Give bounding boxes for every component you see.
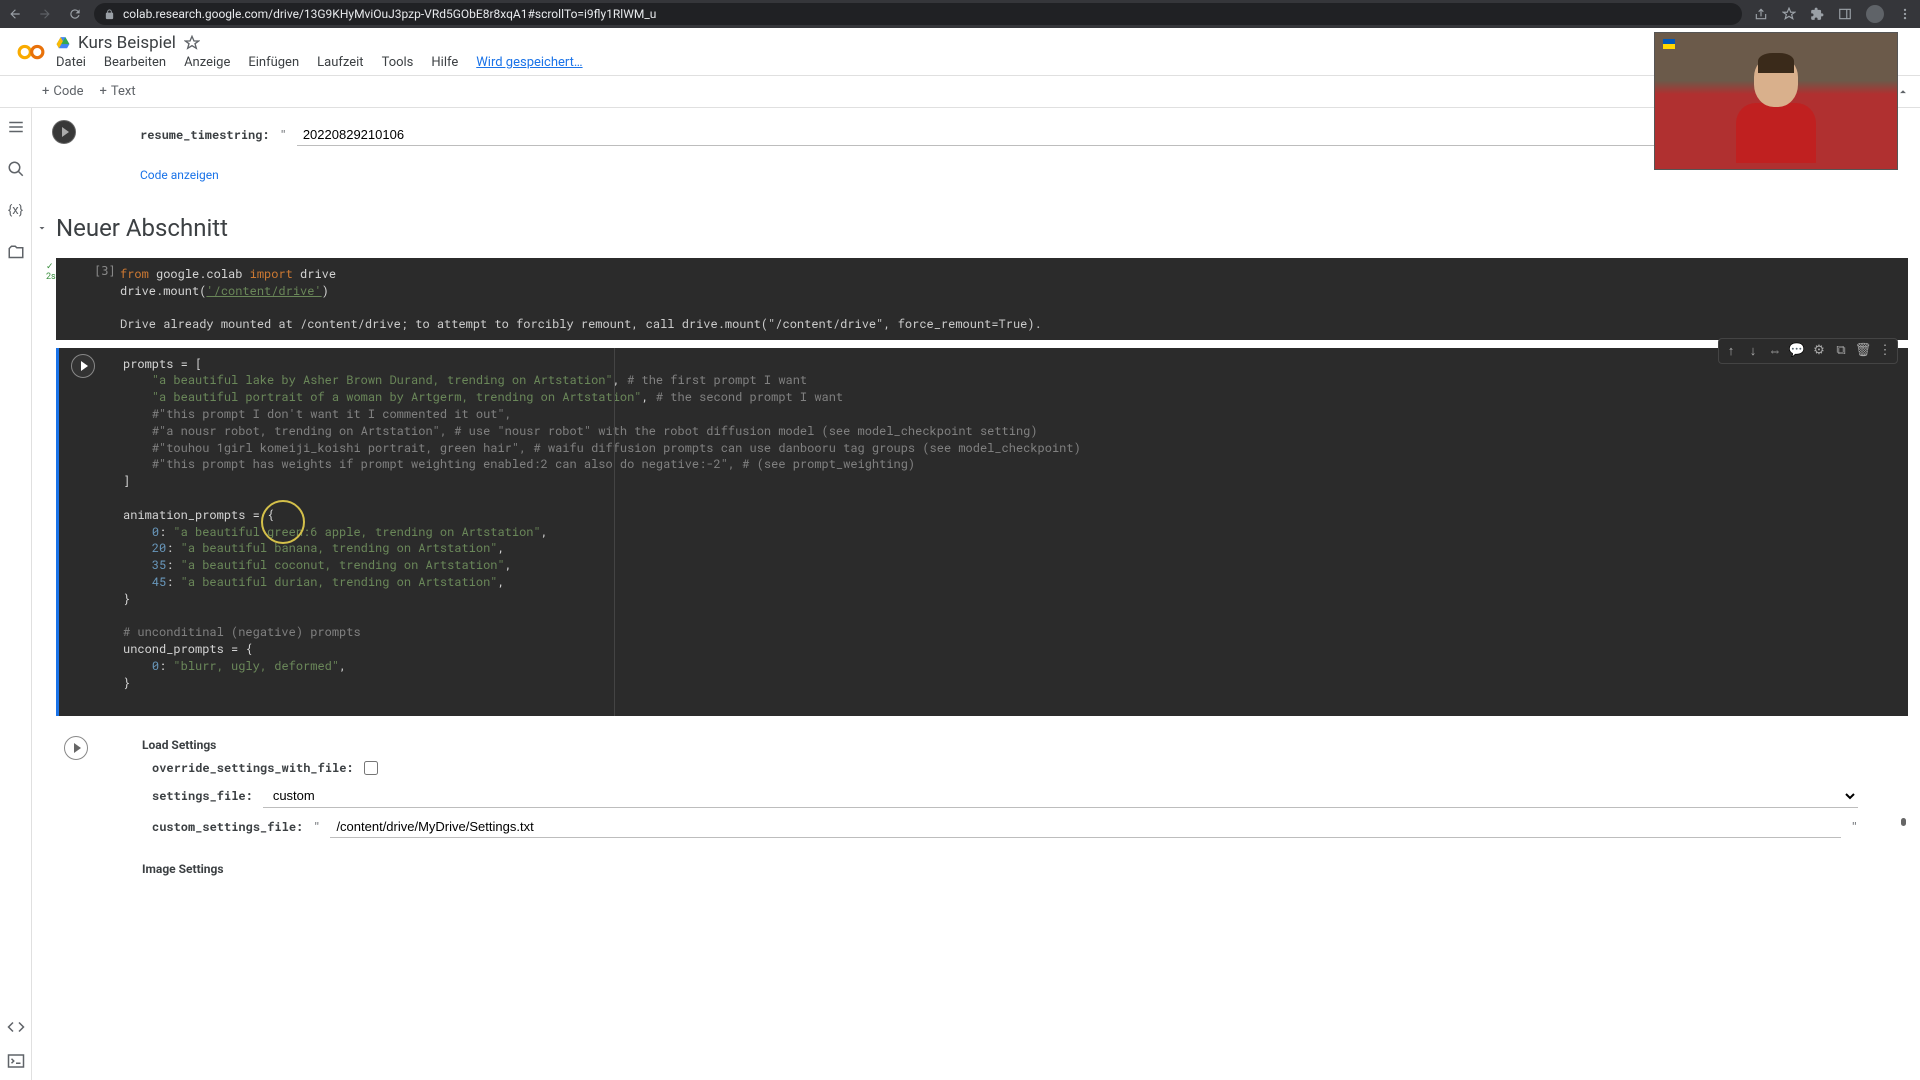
menu-laufzeit[interactable]: Laufzeit xyxy=(317,55,363,70)
section-header: Neuer Abschnitt xyxy=(32,194,1920,254)
reload-icon[interactable] xyxy=(68,7,82,21)
profile-avatar[interactable] xyxy=(1866,5,1884,23)
quote-mark: " xyxy=(1851,819,1858,835)
form-label: resume_timestring: xyxy=(140,127,270,143)
code-snippets-icon[interactable] xyxy=(7,1018,25,1036)
colab-logo-icon[interactable] xyxy=(16,37,46,67)
notebook-main: resume_timestring: " Code anzeigen Neuer… xyxy=(32,108,1920,1080)
document-title[interactable]: Kurs Beispiel xyxy=(78,33,176,53)
run-button[interactable] xyxy=(64,736,88,760)
quote-mark: " xyxy=(313,819,320,835)
plus-icon: + xyxy=(100,84,107,99)
move-down-button[interactable]: ↓ xyxy=(1743,341,1763,361)
person-silhouette xyxy=(1736,57,1816,167)
cell-toolbar: + Code + Text xyxy=(0,76,1920,108)
collapse-arrow-icon[interactable] xyxy=(36,222,48,234)
save-status: Wird gespeichert… xyxy=(476,55,582,70)
left-sidebar: {x} xyxy=(0,108,32,1080)
load-settings-title: Load Settings xyxy=(102,730,1908,756)
flag-icon xyxy=(1663,39,1675,49)
run-button[interactable] xyxy=(52,120,76,144)
add-text-button[interactable]: + Text xyxy=(100,84,136,99)
code-cell-prompts: ↑ ↓ ⇔ 💬 ⚙ ⧉ 🗑 ⋮ prompts = [ "a beautiful… xyxy=(56,348,1908,717)
extensions-icon[interactable] xyxy=(1810,7,1824,21)
delete-button[interactable]: 🗑 xyxy=(1853,341,1873,361)
menu-einfugen[interactable]: Einfügen xyxy=(248,55,299,70)
panel-icon[interactable] xyxy=(1838,7,1852,21)
menu-bearbeiten[interactable]: Bearbeiten xyxy=(104,55,166,70)
menu-bar: Datei Bearbeiten Anzeige Einfügen Laufze… xyxy=(56,55,1904,70)
url-bar[interactable]: colab.research.google.com/drive/13G9KHyM… xyxy=(94,3,1742,25)
exec-count: [3] xyxy=(94,264,116,278)
form-label: settings_file: xyxy=(152,788,253,804)
form-label: override_settings_with_file: xyxy=(152,760,354,776)
url-text: colab.research.google.com/drive/13G9KHyM… xyxy=(123,7,656,21)
override-checkbox[interactable] xyxy=(364,761,378,775)
forward-icon[interactable] xyxy=(38,7,52,21)
more-button[interactable]: ⋮ xyxy=(1875,341,1895,361)
move-up-button[interactable]: ↑ xyxy=(1721,341,1741,361)
add-code-button[interactable]: + Code xyxy=(42,84,84,99)
form-cell-resume: resume_timestring: " Code anzeigen xyxy=(44,112,1908,190)
lock-icon xyxy=(104,9,115,20)
toc-icon[interactable] xyxy=(7,118,25,136)
form-label: custom_settings_file: xyxy=(152,819,303,835)
show-code-link[interactable]: Code anzeigen xyxy=(90,168,1908,182)
editor-ruler xyxy=(614,348,615,717)
section-title: Neuer Abschnitt xyxy=(56,214,228,242)
menu-hilfe[interactable]: Hilfe xyxy=(431,55,458,70)
run-button[interactable] xyxy=(71,354,95,378)
share-icon[interactable] xyxy=(1754,7,1768,21)
star-icon[interactable] xyxy=(1782,7,1796,21)
resume-timestring-input[interactable] xyxy=(297,124,1858,146)
menu-icon[interactable] xyxy=(1898,7,1912,21)
mirror-button[interactable]: ⧉ xyxy=(1831,341,1851,361)
custom-settings-input[interactable] xyxy=(330,816,1840,838)
link-button[interactable]: ⇔ xyxy=(1765,341,1785,361)
exec-success-icon: ✓2s xyxy=(46,262,56,282)
code-editor[interactable]: prompts = [ "a beautiful lake by Asher B… xyxy=(59,348,1908,717)
image-settings-title: Image Settings xyxy=(102,854,1908,880)
code-editor[interactable]: from google.colab import drive drive.mou… xyxy=(56,258,1908,308)
comment-button[interactable]: 💬 xyxy=(1787,341,1807,361)
settings-file-select[interactable]: custom xyxy=(263,784,1858,808)
quote-mark: " xyxy=(280,127,287,143)
settings-button[interactable]: ⚙ xyxy=(1809,341,1829,361)
drive-icon xyxy=(56,36,70,50)
menu-tools[interactable]: Tools xyxy=(382,55,414,70)
colab-header: Kurs Beispiel Datei Bearbeiten Anzeige E… xyxy=(0,28,1920,76)
form-cell-load-settings: Load Settings override_settings_with_fil… xyxy=(56,722,1908,888)
menu-anzeige[interactable]: Anzeige xyxy=(184,55,230,70)
browser-chrome: colab.research.google.com/drive/13G9KHyM… xyxy=(0,0,1920,28)
cell-output: Drive already mounted at /content/drive;… xyxy=(56,308,1908,340)
plus-icon: + xyxy=(42,84,49,99)
collapse-icon[interactable] xyxy=(1896,85,1910,99)
terminal-icon[interactable] xyxy=(7,1052,25,1070)
back-icon[interactable] xyxy=(8,7,22,21)
menu-datei[interactable]: Datei xyxy=(56,55,86,70)
webcam-overlay xyxy=(1654,32,1898,170)
search-icon[interactable] xyxy=(7,160,25,178)
code-cell-drive: ✓2s [3] from google.colab import drive d… xyxy=(56,258,1908,340)
files-icon[interactable] xyxy=(7,244,25,262)
favorite-star-icon[interactable] xyxy=(184,35,200,51)
variables-icon[interactable]: {x} xyxy=(7,202,25,220)
cell-action-toolbar: ↑ ↓ ⇔ 💬 ⚙ ⧉ 🗑 ⋮ xyxy=(1718,338,1898,364)
